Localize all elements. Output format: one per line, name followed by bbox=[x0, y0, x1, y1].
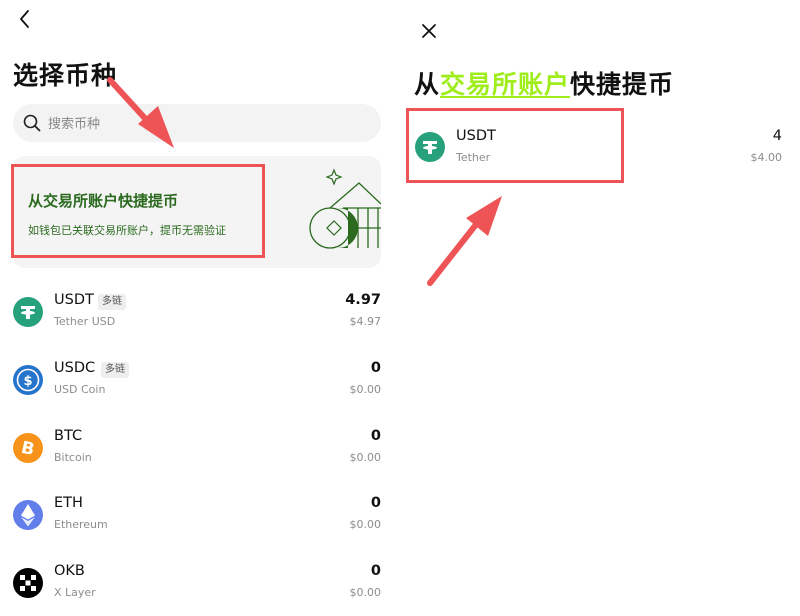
coin-name: X Layer bbox=[54, 586, 96, 599]
usdc-icon: $ bbox=[13, 365, 43, 395]
coin-value: $0.00 bbox=[349, 383, 382, 396]
coin-name: Ethereum bbox=[54, 518, 108, 531]
search-bar[interactable] bbox=[13, 104, 381, 144]
svg-text:$: $ bbox=[23, 374, 32, 389]
close-button[interactable] bbox=[419, 21, 439, 41]
coin-row-usdt[interactable]: USDT 多链 Tether USD 4.97 $4.97 bbox=[0, 292, 395, 345]
coin-value: $0.00 bbox=[349, 586, 382, 599]
coin-symbol: BTC bbox=[54, 428, 83, 444]
coin-amount: 0 bbox=[370, 563, 381, 579]
coin-row-usdc[interactable]: $ USDC 多链 USD Coin 0 $0.00 bbox=[0, 360, 395, 413]
coin-row-btc[interactable]: B BTC Bitcoin 0 $0.00 bbox=[0, 428, 395, 481]
bitcoin-icon: B bbox=[13, 433, 43, 463]
coin-name: Bitcoin bbox=[54, 451, 92, 464]
title-prefix: 从 bbox=[414, 70, 441, 99]
tether-icon bbox=[13, 297, 43, 327]
multichain-badge: 多链 bbox=[98, 294, 126, 310]
coin-symbol: USDC bbox=[54, 360, 96, 376]
arrow-up-right-icon bbox=[427, 196, 502, 286]
highlight-box-coin bbox=[406, 108, 624, 183]
search-icon bbox=[23, 114, 41, 132]
coin-amount: 0 bbox=[370, 495, 381, 511]
chevron-left-icon bbox=[20, 10, 29, 28]
highlight-box-banner bbox=[11, 164, 265, 258]
coin-symbol: USDT bbox=[54, 292, 94, 308]
okb-icon bbox=[13, 568, 43, 598]
coin-value: $4.97 bbox=[349, 315, 382, 328]
coin-name: Tether USD bbox=[54, 315, 116, 328]
title-highlight: 交易所账户 bbox=[440, 70, 571, 99]
coin-symbol: ETH bbox=[54, 495, 83, 511]
multichain-badge: 多链 bbox=[101, 362, 129, 378]
coin-value: $4.00 bbox=[750, 151, 783, 164]
back-button[interactable] bbox=[14, 8, 36, 30]
coin-amount: 4 bbox=[772, 128, 782, 144]
ethereum-icon bbox=[13, 500, 43, 530]
page-title: 选择币种 bbox=[13, 61, 118, 90]
coin-symbol: OKB bbox=[54, 563, 85, 579]
exchange-illustration-icon bbox=[309, 168, 381, 249]
coin-amount: 4.97 bbox=[345, 292, 381, 308]
close-icon bbox=[422, 24, 436, 38]
coin-amount: 0 bbox=[370, 428, 381, 444]
coin-row-eth[interactable]: ETH Ethereum 0 $0.00 bbox=[0, 495, 395, 548]
coin-name: USD Coin bbox=[54, 383, 106, 396]
coin-row-okb[interactable]: OKB X Layer 0 $0.00 bbox=[0, 563, 395, 616]
search-input[interactable] bbox=[46, 104, 350, 144]
coin-amount: 0 bbox=[370, 360, 381, 376]
right-page-title: 从交易所账户快捷提币 bbox=[414, 65, 674, 101]
coin-value: $0.00 bbox=[349, 451, 382, 464]
coin-value: $0.00 bbox=[349, 518, 382, 531]
title-suffix: 快捷提币 bbox=[570, 70, 675, 99]
